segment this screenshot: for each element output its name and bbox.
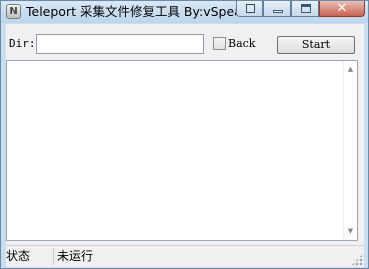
scroll-down-arrow-icon[interactable]: ▼ — [344, 225, 357, 238]
status-value: 未运行 — [57, 249, 94, 263]
app-icon[interactable]: N — [6, 4, 21, 19]
scroll-up-arrow-icon[interactable]: ▲ — [344, 63, 357, 76]
vertical-scrollbar[interactable]: ▲ ▼ — [343, 61, 357, 240]
dir-label: Dir: — [9, 37, 36, 50]
minimize-icon — [273, 10, 283, 13]
close-button[interactable]: ✕ — [319, 1, 365, 17]
status-bar: 状态 未运行 — [6, 245, 364, 267]
back-checkbox[interactable] — [213, 37, 226, 50]
dir-input[interactable] — [36, 34, 204, 54]
maximize-button[interactable] — [291, 1, 319, 17]
size-grip-icon[interactable] — [351, 254, 363, 266]
app-window: N Teleport 采集文件修复工具 By:vSpear ✕ Dir: Bac… — [0, 0, 369, 269]
window-title: Teleport 采集文件修复工具 By:vSpear — [26, 4, 236, 19]
title-bar[interactable]: N Teleport 采集文件修复工具 By:vSpear ✕ — [1, 1, 368, 23]
close-icon: ✕ — [336, 1, 348, 16]
start-button[interactable]: Start — [277, 36, 355, 54]
status-label: 状态 — [6, 248, 54, 265]
client-area: Dir: Back Start ▲ ▼ 状态 未运行 — [6, 24, 364, 267]
back-label[interactable]: Back — [228, 37, 255, 51]
pin-button[interactable] — [236, 1, 263, 17]
maximize-icon — [301, 4, 311, 13]
pin-icon — [246, 4, 255, 13]
log-textarea[interactable]: ▲ ▼ — [6, 60, 358, 241]
minimize-button[interactable] — [263, 1, 291, 17]
